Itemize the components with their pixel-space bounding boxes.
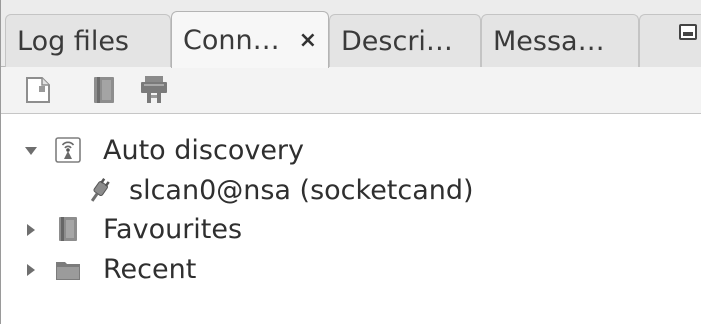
tree-label: Favourites (103, 214, 243, 245)
connect-device-icon[interactable] (139, 75, 169, 105)
tab-log-files[interactable]: Log files (5, 14, 171, 67)
expanded-arrow-icon[interactable] (23, 143, 39, 159)
tab-connections[interactable]: Conn… × (171, 11, 329, 68)
tab-overflow (639, 14, 701, 67)
tree-node-slcan0[interactable]: slcan0@nsa (socketcand) (1, 171, 701, 211)
tree-node-auto-discovery[interactable]: Auto discovery (1, 131, 701, 171)
tree-node-favourites[interactable]: Favourites (1, 210, 701, 250)
tree-label: Recent (103, 254, 197, 285)
tab-label: Conn… (183, 25, 280, 56)
bookmark-icon (59, 217, 77, 241)
favourite-bookmark-icon[interactable] (89, 75, 119, 105)
close-tab-icon[interactable]: × (299, 12, 317, 68)
toolbar (1, 67, 701, 114)
collapsed-arrow-icon[interactable] (23, 262, 39, 278)
tab-descriptions[interactable]: Descri… (329, 14, 481, 67)
plug-icon (90, 178, 110, 202)
new-connection-icon[interactable] (23, 75, 53, 105)
tab-label: Log files (17, 26, 129, 57)
minimize-icon[interactable] (679, 24, 697, 40)
tab-messages[interactable]: Messa… (481, 14, 639, 67)
broadcast-icon (55, 137, 81, 163)
connections-tree: Auto discovery slcan0@nsa (socketcand) F… (1, 114, 701, 324)
collapsed-arrow-icon[interactable] (23, 222, 39, 238)
tab-label: Messa… (493, 26, 605, 57)
tab-label: Descri… (341, 26, 453, 57)
tab-bar: Log files Conn… × Descri… Messa… (1, 0, 701, 68)
connections-panel: Log files Conn… × Descri… Messa… Auto di… (0, 0, 701, 324)
tree-node-recent[interactable]: Recent (1, 250, 701, 290)
tree-label: Auto discovery (103, 135, 305, 166)
folder-icon (56, 262, 80, 280)
tree-label: slcan0@nsa (socketcand) (129, 175, 474, 206)
